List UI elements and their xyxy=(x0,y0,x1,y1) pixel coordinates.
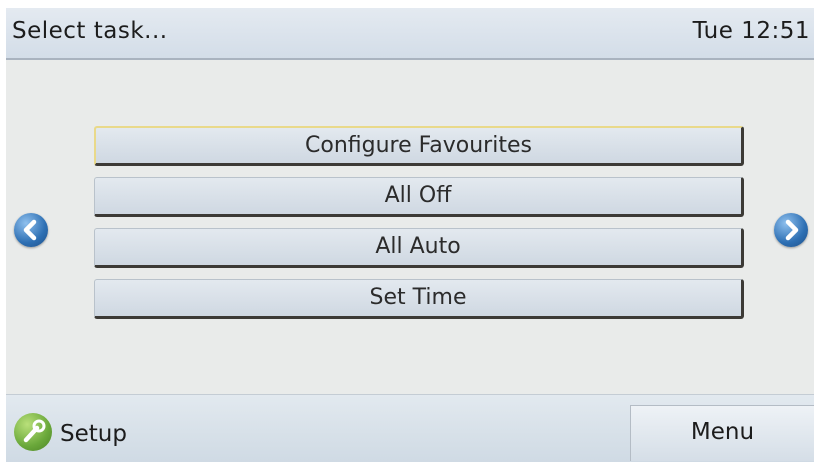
clock-display: Tue 12:51 xyxy=(692,18,810,44)
set-time-button[interactable]: Set Time xyxy=(94,279,744,319)
wrench-icon xyxy=(14,413,52,451)
chevron-left-icon xyxy=(23,219,37,241)
header-bar: Select task... Tue 12:51 xyxy=(6,8,814,60)
page-title: Select task... xyxy=(12,18,168,44)
all-auto-button[interactable]: All Auto xyxy=(94,228,744,268)
next-page-button[interactable] xyxy=(774,213,808,247)
all-off-button[interactable]: All Off xyxy=(94,177,744,217)
footer-bar: Setup Menu xyxy=(6,394,814,462)
menu-button[interactable]: Menu xyxy=(630,405,814,461)
setup-button[interactable]: Setup xyxy=(14,413,194,453)
task-list: Configure Favourites All Off All Auto Se… xyxy=(94,126,744,330)
touch-screen: Select task... Tue 12:51 Configure Favou… xyxy=(6,8,814,462)
configure-favourites-button[interactable]: Configure Favourites xyxy=(94,126,744,166)
previous-page-button[interactable] xyxy=(14,213,48,247)
chevron-right-icon xyxy=(785,219,799,241)
setup-label: Setup xyxy=(60,421,127,447)
